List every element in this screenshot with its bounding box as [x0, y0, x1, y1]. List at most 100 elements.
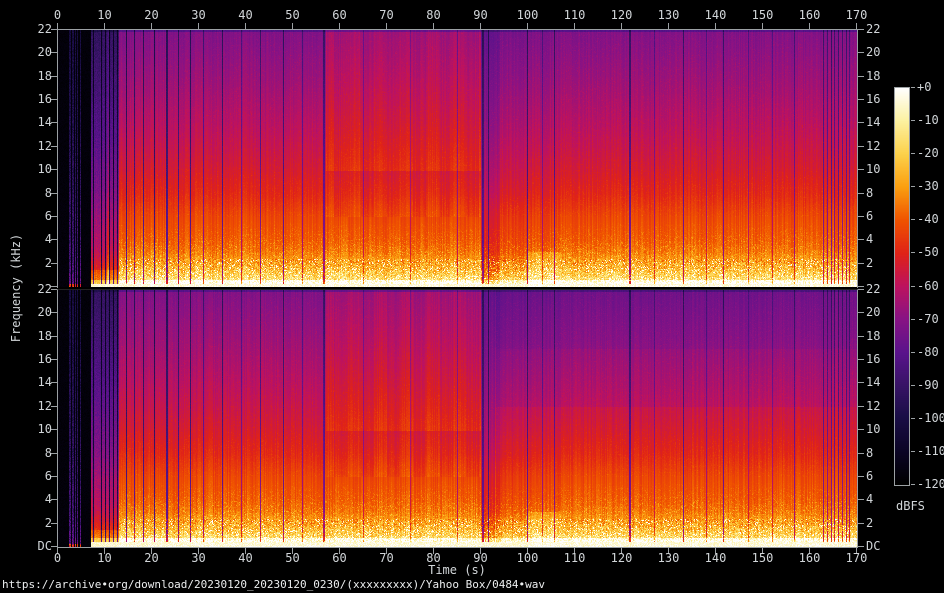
- freq-tick-label-right: 10: [866, 423, 880, 436]
- freq-tick-right: [858, 429, 864, 430]
- time-tick-label-bottom: 170: [846, 552, 868, 565]
- freq-tick-label-left: 18: [19, 70, 52, 83]
- time-tick-label-top: 70: [379, 9, 393, 22]
- freq-tick-label-left: 6: [19, 210, 52, 223]
- freq-tick-right: [858, 239, 864, 240]
- time-tick-label-bottom: 110: [564, 552, 586, 565]
- freq-tick-label-right: 6: [866, 210, 873, 223]
- colorbar-tick: [911, 319, 915, 320]
- freq-tick-label-left: 14: [19, 376, 52, 389]
- freq-tick-label-right: 8: [866, 447, 873, 460]
- time-tick-label-bottom: 140: [705, 552, 727, 565]
- time-tick-label-top: 0: [54, 9, 61, 22]
- colorbar-tick-label: -120: [917, 478, 944, 491]
- freq-tick-right: [858, 523, 864, 524]
- colorbar-tick-label: -50: [917, 246, 939, 259]
- time-tick-label-top: 170: [846, 9, 868, 22]
- time-tick-label-bottom: 30: [191, 552, 205, 565]
- freq-tick-label-left: 10: [19, 163, 52, 176]
- source-url-caption: https://archive•org/download/20230120_20…: [2, 578, 545, 591]
- time-tick-label-top: 90: [473, 9, 487, 22]
- time-tick-label-bottom: 50: [285, 552, 299, 565]
- freq-tick-right: [858, 453, 864, 454]
- freq-tick-label-left: 8: [19, 447, 52, 460]
- spectrogram-channel-2: [58, 290, 857, 547]
- freq-tick-label-left: 14: [19, 116, 52, 129]
- time-tick-label-bottom: 150: [752, 552, 774, 565]
- time-tick-label-top: 30: [191, 9, 205, 22]
- colorbar-tick: [911, 87, 915, 88]
- freq-tick-label-left: 12: [19, 140, 52, 153]
- freq-tick-label-right: 10: [866, 163, 880, 176]
- colorbar-tick: [911, 219, 915, 220]
- time-tick-label-top: 80: [426, 9, 440, 22]
- freq-tick-right: [858, 263, 864, 264]
- freq-tick-label-right: 18: [866, 70, 880, 83]
- freq-tick-label-right: 4: [866, 493, 873, 506]
- time-tick-label-bottom: 70: [379, 552, 393, 565]
- colorbar-tick-label: -30: [917, 180, 939, 193]
- freq-tick-right: [858, 52, 864, 53]
- colorbar-tick-label: -80: [917, 346, 939, 359]
- freq-tick-label-right: 18: [866, 330, 880, 343]
- freq-tick-label-right: 2: [866, 517, 873, 530]
- time-tick-label-bottom: 20: [144, 552, 158, 565]
- freq-tick-label-right: 12: [866, 140, 880, 153]
- freq-tick-label-right: 16: [866, 353, 880, 366]
- freq-tick-label-left: 6: [19, 470, 52, 483]
- freq-tick-label-left: 2: [19, 257, 52, 270]
- freq-tick-label-left: 4: [19, 493, 52, 506]
- freq-tick-right: [858, 359, 864, 360]
- time-tick-label-top: 50: [285, 9, 299, 22]
- time-tick-label-top: 60: [332, 9, 346, 22]
- freq-tick-label-left: 4: [19, 233, 52, 246]
- time-tick-label-top: 120: [611, 9, 633, 22]
- freq-tick-label-right: 12: [866, 400, 880, 413]
- freq-tick-right: [858, 312, 864, 313]
- freq-tick-right: [858, 122, 864, 123]
- freq-tick-right: [858, 476, 864, 477]
- y-axis-title: Frequency (kHz): [9, 234, 23, 342]
- freq-tick-right: [858, 336, 864, 337]
- spectrogram-figure: 0010102020303040405050606070708080909010…: [0, 0, 944, 593]
- colorbar-title: dBFS: [896, 499, 925, 513]
- freq-tick-label-left: 10: [19, 423, 52, 436]
- freq-tick-label-left: 18: [19, 330, 52, 343]
- time-tick-label-bottom: 130: [658, 552, 680, 565]
- time-tick-label-top: 150: [752, 9, 774, 22]
- freq-tick-label-left: 12: [19, 400, 52, 413]
- time-tick-label-top: 10: [97, 9, 111, 22]
- colorbar-tick-label: -100: [917, 412, 944, 425]
- colorbar-tick-label: -40: [917, 213, 939, 226]
- colorbar-tick-label: -110: [917, 445, 944, 458]
- freq-tick-right: [858, 216, 864, 217]
- time-tick-label-top: 110: [564, 9, 586, 22]
- freq-tick-right: [858, 146, 864, 147]
- colorbar-tick: [911, 418, 915, 419]
- freq-tick-label-left: 20: [19, 306, 52, 319]
- time-tick-label-bottom: 0: [54, 552, 61, 565]
- freq-tick-right: [858, 382, 864, 383]
- colorbar-tick-label: -20: [917, 147, 939, 160]
- freq-tick-label-right: 2: [866, 257, 873, 270]
- colorbar-tick: [911, 153, 915, 154]
- time-tick-label-bottom: 100: [517, 552, 539, 565]
- colorbar-tick: [911, 352, 915, 353]
- freq-tick-label-left: 2: [19, 517, 52, 530]
- freq-tick-right: [858, 289, 864, 290]
- freq-tick-label-right: 22: [866, 283, 880, 296]
- time-tick-label-bottom: 120: [611, 552, 633, 565]
- freq-tick-right: [858, 499, 864, 500]
- colorbar-tick-label: -60: [917, 280, 939, 293]
- time-tick-label-top: 160: [799, 9, 821, 22]
- time-tick-label-top: 100: [517, 9, 539, 22]
- freq-tick-label-left: 22: [19, 283, 52, 296]
- time-tick-label-bottom: 60: [332, 552, 346, 565]
- freq-tick-right: [858, 406, 864, 407]
- colorbar-tick-label: -10: [917, 114, 939, 127]
- spectrogram-channel-1: [58, 30, 857, 287]
- colorbar-tick: [911, 186, 915, 187]
- time-tick-label-top: 130: [658, 9, 680, 22]
- x-axis-title: Time (s): [428, 563, 486, 577]
- time-tick-label-bottom: 40: [238, 552, 252, 565]
